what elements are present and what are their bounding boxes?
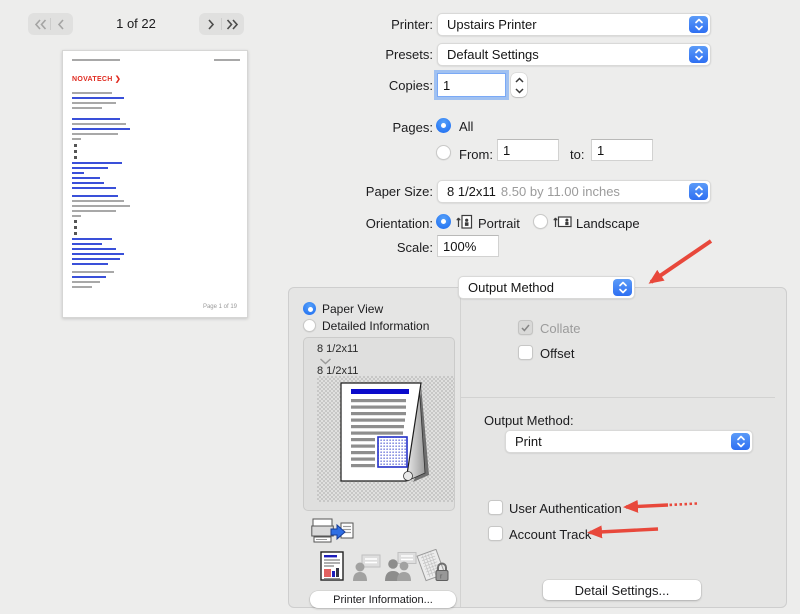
double-chevron-right-icon — [226, 19, 239, 30]
account-track-label: Account Track — [509, 527, 591, 542]
presets-label: Presets: — [385, 47, 433, 62]
annotation-arrow-output-method — [651, 241, 711, 282]
document-report-icon — [320, 551, 345, 582]
paper-size-source-label: 8 1/2x11 — [317, 343, 358, 355]
user-authentication-label: User Authentication — [509, 501, 622, 516]
landscape-orientation-icon — [553, 213, 572, 230]
pages-to-input[interactable] — [591, 139, 653, 161]
panel-vertical-divider — [460, 288, 461, 607]
popup-stepper-icon — [689, 183, 708, 200]
collate-label: Collate — [540, 321, 580, 336]
pager-divider — [50, 18, 51, 30]
orientation-landscape-label: Landscape — [576, 216, 640, 231]
copies-stepper[interactable] — [511, 73, 527, 97]
double-chevron-left-icon — [34, 19, 47, 30]
thumbnail-content: NOVATECH ❯ — [72, 59, 240, 291]
output-method-divider — [461, 397, 775, 398]
copies-label: Copies: — [389, 78, 433, 93]
orientation-label: Orientation: — [366, 216, 433, 231]
secure-print-lock-icon: r — [415, 549, 451, 583]
thumbnail-page-footer: Page 1 of 19 — [203, 304, 237, 310]
pager-divider — [221, 18, 222, 30]
popup-stepper-icon — [731, 433, 750, 450]
orientation-landscape-radio[interactable] — [533, 214, 548, 229]
chevron-left-icon — [57, 19, 65, 30]
output-method-popup[interactable]: Print — [505, 430, 753, 453]
scale-label: Scale: — [397, 240, 433, 255]
last-page-button[interactable] — [225, 15, 239, 33]
chevron-right-icon — [207, 19, 215, 30]
stepper-up-icon[interactable] — [515, 74, 524, 85]
detail-settings-button[interactable]: Detail Settings... — [543, 580, 701, 600]
offset-checkbox[interactable] — [518, 345, 533, 360]
thumbnail-section — [72, 195, 240, 217]
printer-label: Printer: — [391, 17, 433, 32]
next-page-button[interactable] — [204, 15, 218, 33]
section-popup-value: Output Method — [468, 280, 554, 295]
pages-all-radio[interactable] — [436, 118, 451, 133]
pages-label: Pages: — [393, 120, 433, 135]
orientation-portrait-label: Portrait — [478, 216, 520, 231]
presets-popup[interactable]: Default Settings — [437, 43, 711, 66]
stepper-down-icon[interactable] — [515, 85, 524, 96]
first-page-button[interactable] — [33, 15, 47, 33]
paper-view-box: 8 1/2x11 8 1/2x11 — [303, 337, 455, 511]
thumbnail-section — [72, 271, 240, 288]
offset-label: Offset — [540, 346, 574, 361]
detailed-information-label: Detailed Information — [322, 319, 429, 333]
pages-all-label: All — [459, 119, 473, 134]
popup-stepper-icon — [613, 279, 632, 296]
popup-stepper-icon — [689, 46, 708, 63]
paper-view-label: Paper View — [322, 302, 383, 316]
print-dialog-window: 1 of 22 NOVATECH ❯ — [0, 0, 800, 614]
pages-to-label: to: — [570, 147, 584, 162]
collate-checkbox — [518, 320, 533, 335]
document-preview-thumbnail: NOVATECH ❯ — [62, 50, 248, 318]
scale-input[interactable] — [437, 235, 499, 257]
page-nav-forward-group — [199, 13, 244, 35]
printer-popup[interactable]: Upstairs Printer — [437, 13, 711, 36]
page-counter: 1 of 22 — [100, 16, 172, 31]
pages-range-radio[interactable] — [436, 145, 451, 160]
printer-information-button[interactable]: Printer Information... — [310, 591, 456, 608]
previous-page-button[interactable] — [54, 15, 68, 33]
pages-from-input[interactable] — [497, 139, 559, 161]
copies-input[interactable] — [437, 73, 506, 97]
output-method-label: Output Method: — [484, 413, 574, 428]
output-method-printer-icon — [311, 518, 355, 551]
thumbnail-link-list — [72, 238, 240, 265]
paper-preview-page — [317, 376, 454, 502]
user-authentication-checkbox[interactable] — [488, 500, 503, 515]
output-method-popup-value: Print — [515, 434, 542, 449]
printer-popup-value: Upstairs Printer — [447, 17, 537, 32]
page-nav-back-group — [28, 13, 73, 35]
paper-size-label: Paper Size: — [366, 184, 433, 199]
check-icon — [521, 324, 530, 332]
orientation-portrait-radio[interactable] — [436, 214, 451, 229]
logo-chevron-icon: ❯ — [113, 76, 121, 83]
thumbnail-link-list — [72, 162, 240, 189]
section-popup[interactable]: Output Method — [458, 276, 635, 299]
portrait-orientation-icon — [456, 213, 473, 230]
thumbnail-bullets — [72, 144, 240, 159]
pages-from-label: From: — [459, 147, 493, 162]
thumbnail-bullets — [72, 220, 240, 235]
thumbnail-section — [72, 118, 240, 140]
chevron-down-icon — [319, 358, 332, 365]
account-track-checkbox[interactable] — [488, 526, 503, 541]
presets-popup-value: Default Settings — [447, 47, 539, 62]
detailed-information-radio[interactable] — [303, 319, 316, 332]
paper-size-popup-detail: 8.50 by 11.00 inches — [501, 184, 620, 199]
paper-size-popup-value: 8 1/2x11 — [447, 184, 496, 199]
paper-preview-background — [317, 376, 454, 502]
account-track-icon — [383, 552, 417, 582]
popup-stepper-icon — [689, 16, 708, 33]
thumbnail-header-line — [72, 59, 240, 64]
paper-view-radio[interactable] — [303, 302, 316, 315]
user-authentication-icon — [352, 554, 381, 582]
paper-size-popup[interactable]: 8 1/2x11 8.50 by 11.00 inches — [437, 180, 711, 203]
novatech-logo: NOVATECH ❯ — [72, 76, 240, 84]
thumbnail-address-block — [72, 92, 240, 109]
